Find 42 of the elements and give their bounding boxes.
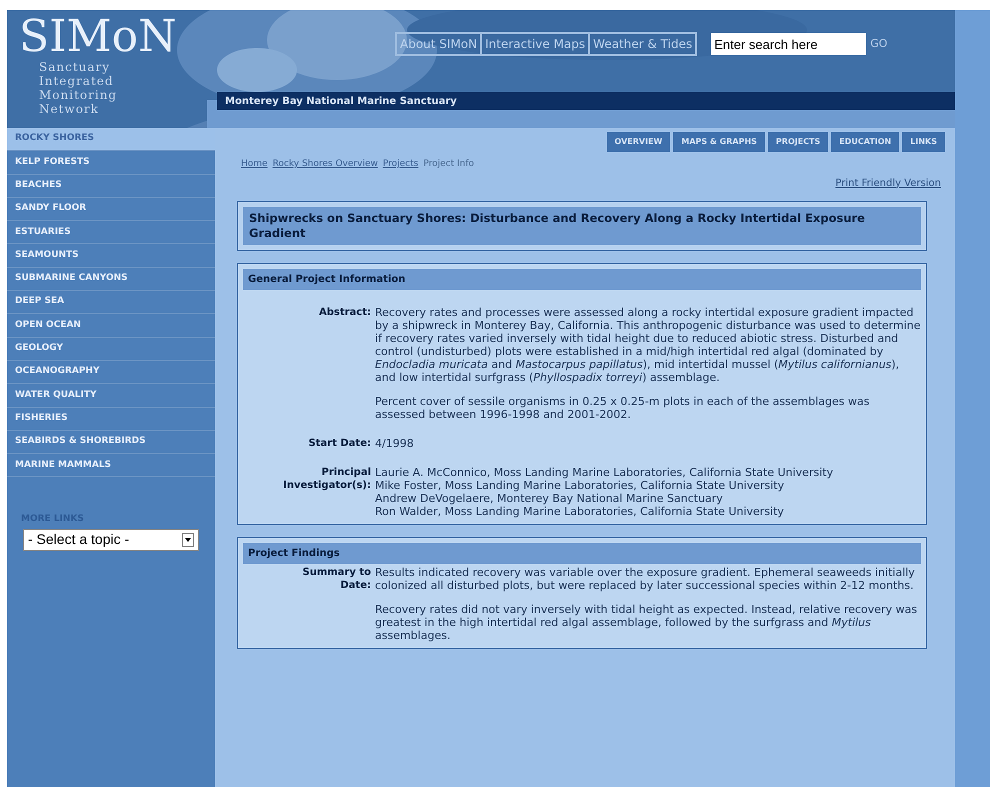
logo-subtitle: Monitoring: [38, 88, 118, 102]
site-logo[interactable]: SIMoN: [19, 14, 177, 60]
breadcrumb-link[interactable]: Rocky Shores Overview: [272, 158, 378, 172]
breadcrumb-current: Project Info: [423, 158, 474, 171]
field-text: Andrew DeVogelaere, Monterey Bay National Marine Sanctuary: [375, 492, 724, 504]
section-header: General Project Information: [243, 268, 921, 290]
nav-tab[interactable]: MAPS & GRAPHS: [673, 132, 765, 152]
field-text: Recovery rates did not vary inversely with tidal height as expected. Instead, relative recovery was greatest in the high intertidal red algal assemblage, followed by the surfgrass and Mytilus assemblages.: [375, 602, 918, 642]
search-field[interactable]: Enter search here: [711, 33, 866, 55]
field-text: Mike Foster, Moss Landing Marine Laboratories, California State University: [375, 478, 786, 492]
field-text: 4/1998: [375, 436, 414, 450]
search-button[interactable]: GO: [870, 36, 888, 52]
sidebar-item[interactable]: GEOLOGY: [7, 338, 215, 361]
field-text: Laurie A. McConnico, Moss Landing Marine Laboratories, California State University: [375, 466, 834, 478]
logo-subtitle: Network: [38, 102, 100, 116]
sidebar-item[interactable]: ROCKY SHORES: [7, 128, 215, 152]
sidebar-item[interactable]: FISHERIES: [7, 408, 215, 431]
field-label: Summary to Date:: [302, 566, 372, 592]
breadcrumb-link[interactable]: Home: [241, 158, 268, 172]
breadcrumb-link[interactable]: Projects: [382, 158, 418, 172]
sidebar-item[interactable]: BEACHES: [7, 174, 215, 198]
top-nav-link[interactable]: Interactive Maps: [481, 33, 590, 55]
top-nav-link[interactable]: Weather & Tides: [589, 33, 696, 55]
nav-tab[interactable]: PROJECTS: [768, 132, 828, 152]
field-label: Principal Investigator(s):: [282, 466, 372, 492]
logo-subtitle: Integrated: [38, 74, 115, 88]
project-title: Shipwrecks on Sanctuary Shores: Disturbance and Recovery Along a Rocky Intertidal Exposure Gradient: [243, 206, 921, 244]
field-text: Ron Walder, Moss Landing Marine Laboratories, California State University: [375, 504, 785, 518]
nav-tab[interactable]: LINKS: [902, 132, 945, 152]
field-text: Results indicated recovery was variable over the exposure gradient. Ephemeral seaweeds initially colonized all disturbed plots, but were replaced by later successional species within 2-12 months.: [375, 566, 916, 592]
field-text: Recovery rates and processes were assessed along a rocky intertidal exposure gradient impacted by a shipwreck in Monterey Bay, California. This anthropogenic disturbance was used to determine if recovery rates varied inversely with tidal height due to reduced abiotic stress. Disturbed and control (undisturbed) plots were established in a mid/high intertidal red algal (dominated by Endocladia muricata and Mastocarpus papillatus), mid intertidal mussel (Mytilus californianus), and low intertidal surfgrass (Phyllospadix torreyi) assemblage.: [375, 306, 921, 384]
banner-title: Monterey Bay National Marine Sanctuary: [224, 94, 457, 108]
nav-tab[interactable]: OVERVIEW: [606, 132, 670, 152]
nav-tab[interactable]: EDUCATION: [831, 132, 900, 152]
field-text: Percent cover of sessile organisms in 0.25 x 0.25-m plots in each of the assemblages was assessed between 1996-1998 and 2001-2002.: [375, 394, 870, 420]
field-label: Abstract:: [318, 306, 372, 320]
print-friendly-link[interactable]: Print Friendly Version: [835, 176, 941, 190]
field-label: Start Date:: [307, 436, 372, 450]
topic-select[interactable]: - Select a topic -: [23, 528, 199, 551]
top-nav-link[interactable]: About SIMoN: [396, 33, 482, 55]
section-header: Project Findings: [243, 542, 921, 564]
logo-subtitle: Sanctuary: [38, 60, 112, 74]
